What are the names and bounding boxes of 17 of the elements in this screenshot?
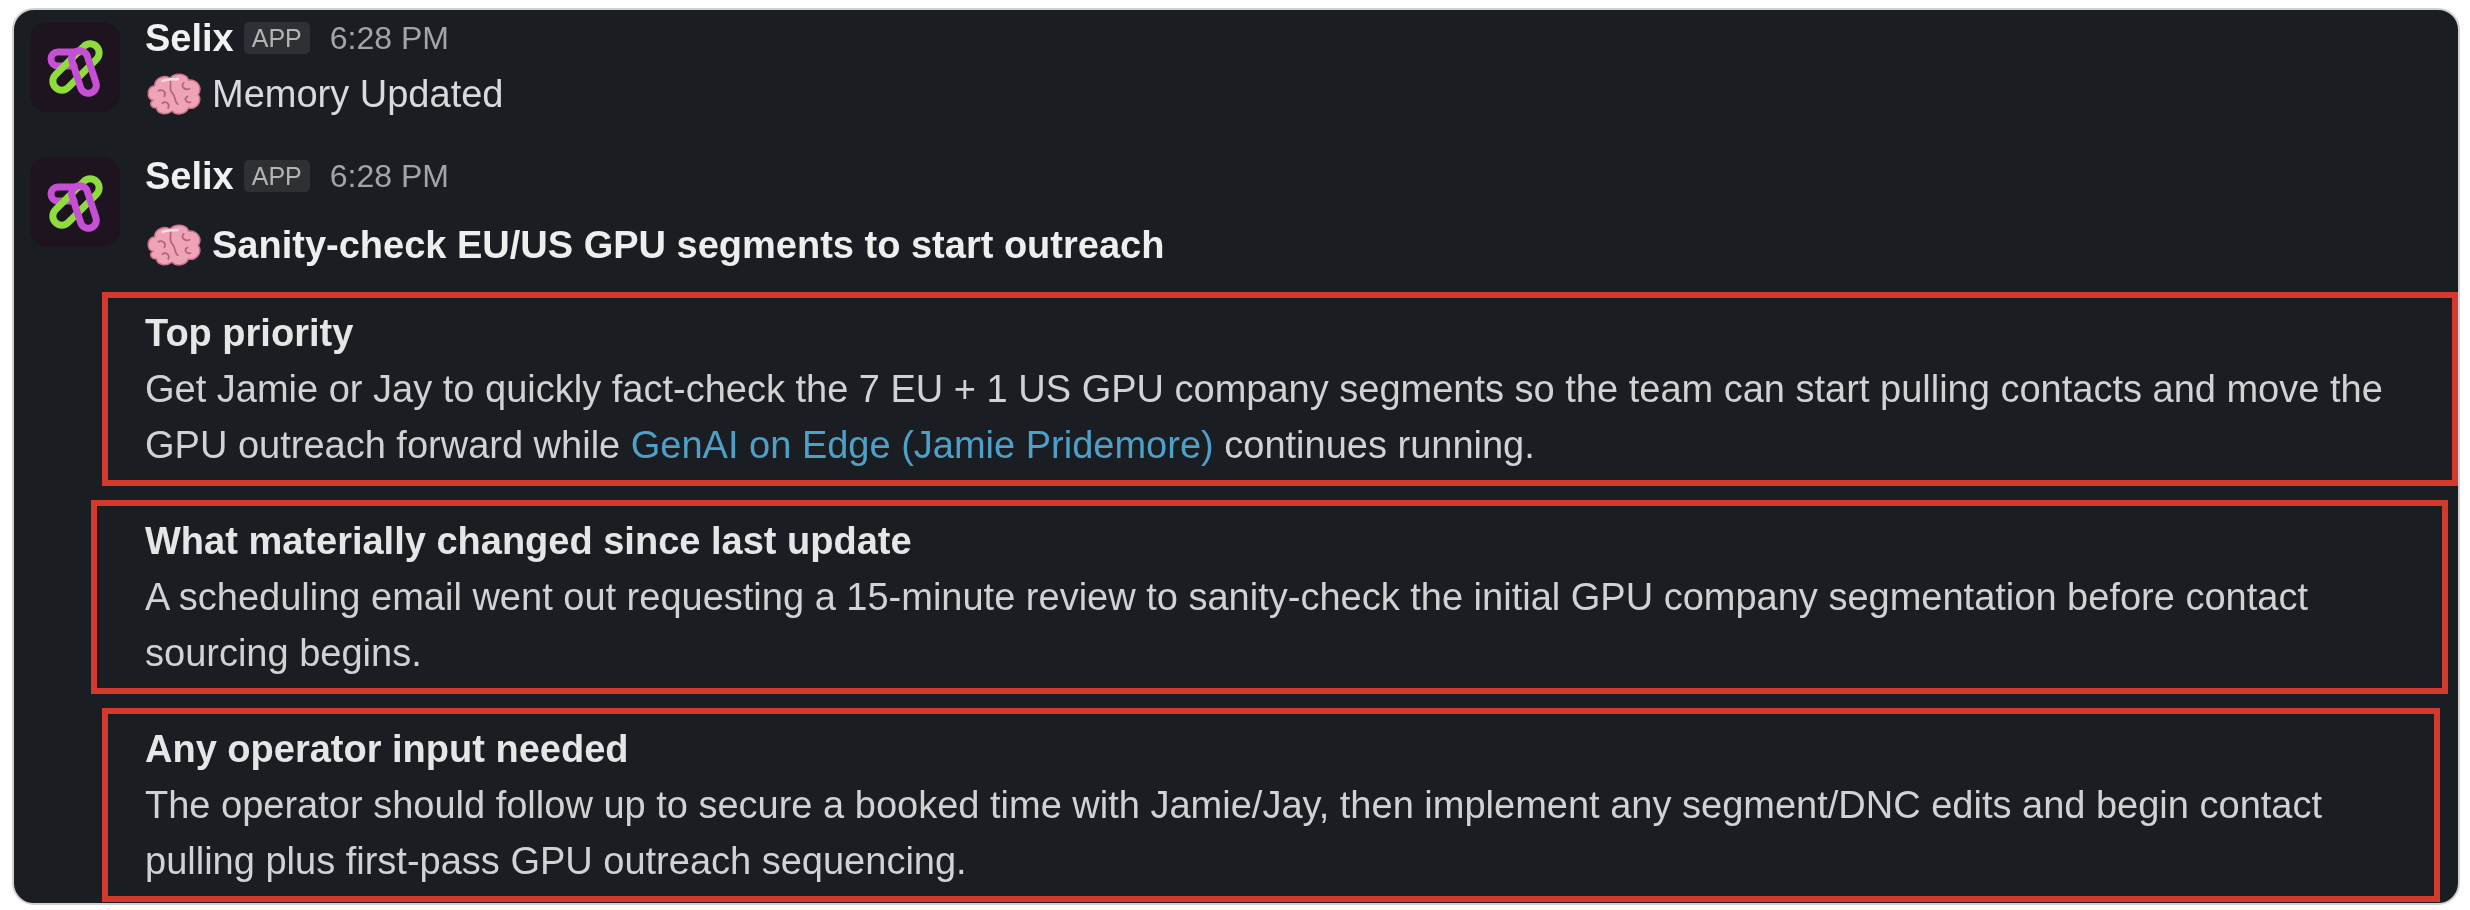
- sender-name[interactable]: Selix: [145, 154, 234, 198]
- message-title: Sanity-check EU/US GPU segments to start outreach: [212, 223, 1165, 267]
- link-logo-icon: [30, 22, 120, 112]
- timestamp[interactable]: 6:28 PM: [329, 19, 449, 57]
- inline-link[interactable]: GenAI on Edge (Jamie Pridemore): [630, 424, 1214, 466]
- timestamp[interactable]: 6:28 PM: [329, 157, 449, 195]
- section-body: Get Jamie or Jay to quickly fact-check the 7 EU + 1 US GPU company segments so the team can start pulling contacts and move the GPU outreach forward while GenAI on Edge (Jamie Pridemore) continues running.: [145, 367, 2384, 468]
- section-heading: Top priority: [145, 311, 355, 356]
- section-body: A scheduling email went out requesting a 15-minute review to sanity-check the initial GPU company segmentation before contact sourcing begins.: [145, 575, 2309, 676]
- sender-name[interactable]: Selix: [145, 16, 234, 60]
- app-badge: APP: [243, 22, 310, 54]
- section-body: The operator should follow up to secure a booked time with Jamie/Jay, then implement any segment/DNC edits and begin contact pulling plus first-pass GPU outreach sequencing.: [145, 783, 2324, 884]
- app-badge: APP: [243, 160, 310, 192]
- section-heading: Any operator input needed: [145, 727, 630, 772]
- section-heading: What materially changed since last update: [145, 519, 913, 564]
- link-logo-icon: [30, 157, 120, 247]
- status-message: Memory Updated: [212, 72, 504, 116]
